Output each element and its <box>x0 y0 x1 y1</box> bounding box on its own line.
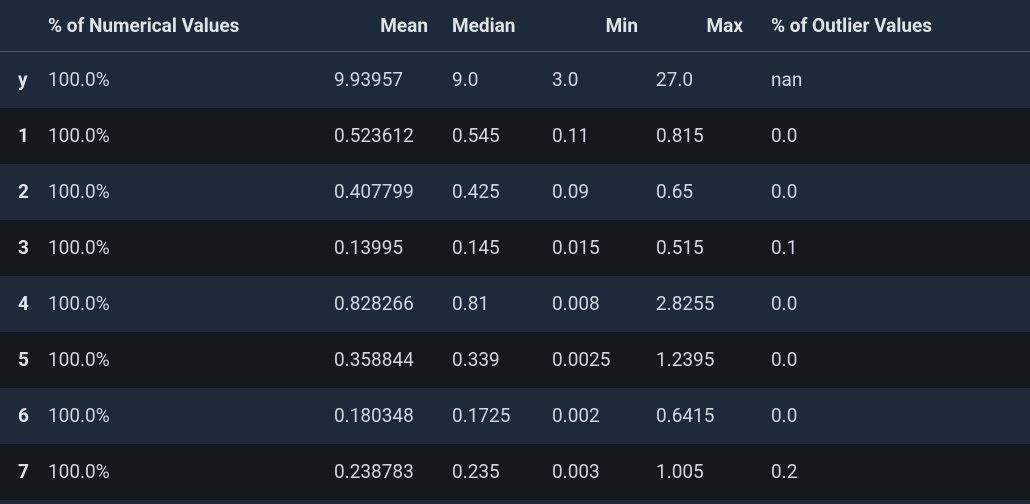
table-row: 2 100.0% 0.407799 0.425 0.09 0.65 0.0 <box>0 164 1030 220</box>
table-row: 1 100.0% 0.523612 0.545 0.11 0.815 0.0 <box>0 108 1030 164</box>
cell-mean: 0.407799 <box>334 164 444 220</box>
cell-pct-numerical: 100.0% <box>44 388 334 444</box>
cell-mean: 0.523612 <box>334 108 444 164</box>
header-mean: Mean <box>334 0 444 52</box>
cell-pct-outlier: 0.0 <box>759 332 1030 388</box>
cell-pct-numerical: 100.0% <box>44 332 334 388</box>
cell-pct-outlier: 0.0 <box>759 164 1030 220</box>
cell-median: 0.235 <box>444 444 544 500</box>
cell-pct-outlier: 0.2 <box>759 444 1030 500</box>
cell-max: 1.2395 <box>654 332 759 388</box>
cell-min: 0.11 <box>544 108 654 164</box>
stats-table: % of Numerical Values Mean Median Min Ma… <box>0 0 1030 500</box>
cell-median: 0.545 <box>444 108 544 164</box>
cell-pct-outlier: 0.0 <box>759 108 1030 164</box>
cell-max: 0.815 <box>654 108 759 164</box>
cell-min: 0.015 <box>544 220 654 276</box>
cell-index: 6 <box>0 388 44 444</box>
cell-min: 3.0 <box>544 52 654 108</box>
cell-index: 3 <box>0 220 44 276</box>
cell-min: 0.002 <box>544 388 654 444</box>
header-index <box>0 0 44 52</box>
cell-pct-numerical: 100.0% <box>44 276 334 332</box>
cell-max: 27.0 <box>654 52 759 108</box>
cell-index: 1 <box>0 108 44 164</box>
cell-median: 0.425 <box>444 164 544 220</box>
cell-index: 5 <box>0 332 44 388</box>
cell-median: 0.339 <box>444 332 544 388</box>
table-row: 5 100.0% 0.358844 0.339 0.0025 1.2395 0.… <box>0 332 1030 388</box>
cell-mean: 9.93957 <box>334 52 444 108</box>
cell-max: 0.6415 <box>654 388 759 444</box>
header-max: Max <box>654 0 759 52</box>
cell-max: 2.8255 <box>654 276 759 332</box>
cell-median: 0.81 <box>444 276 544 332</box>
header-min: Min <box>544 0 654 52</box>
cell-min: 0.09 <box>544 164 654 220</box>
cell-min: 0.0025 <box>544 332 654 388</box>
table-header-row: % of Numerical Values Mean Median Min Ma… <box>0 0 1030 52</box>
cell-mean: 0.238783 <box>334 444 444 500</box>
cell-median: 0.1725 <box>444 388 544 444</box>
cell-pct-outlier: 0.0 <box>759 276 1030 332</box>
cell-max: 1.005 <box>654 444 759 500</box>
header-pct-outlier: % of Outlier Values <box>759 0 1030 52</box>
cell-mean: 0.358844 <box>334 332 444 388</box>
header-pct-numerical: % of Numerical Values <box>44 0 334 52</box>
cell-pct-outlier: 0.0 <box>759 388 1030 444</box>
cell-pct-numerical: 100.0% <box>44 52 334 108</box>
table-body: y 100.0% 9.93957 9.0 3.0 27.0 nan 1 100.… <box>0 52 1030 500</box>
cell-pct-outlier: nan <box>759 52 1030 108</box>
cell-index: y <box>0 52 44 108</box>
cell-index: 4 <box>0 276 44 332</box>
cell-max: 0.515 <box>654 220 759 276</box>
header-median: Median <box>444 0 544 52</box>
cell-pct-numerical: 100.0% <box>44 220 334 276</box>
cell-pct-outlier: 0.1 <box>759 220 1030 276</box>
cell-pct-numerical: 100.0% <box>44 164 334 220</box>
cell-index: 7 <box>0 444 44 500</box>
cell-mean: 0.180348 <box>334 388 444 444</box>
cell-mean: 0.828266 <box>334 276 444 332</box>
table-row: 3 100.0% 0.13995 0.145 0.015 0.515 0.1 <box>0 220 1030 276</box>
cell-median: 0.145 <box>444 220 544 276</box>
cell-min: 0.008 <box>544 276 654 332</box>
table-row: 6 100.0% 0.180348 0.1725 0.002 0.6415 0.… <box>0 388 1030 444</box>
cell-max: 0.65 <box>654 164 759 220</box>
cell-pct-numerical: 100.0% <box>44 444 334 500</box>
cell-index: 2 <box>0 164 44 220</box>
cell-min: 0.003 <box>544 444 654 500</box>
cell-pct-numerical: 100.0% <box>44 108 334 164</box>
table-row: 4 100.0% 0.828266 0.81 0.008 2.8255 0.0 <box>0 276 1030 332</box>
table-row: y 100.0% 9.93957 9.0 3.0 27.0 nan <box>0 52 1030 108</box>
cell-median: 9.0 <box>444 52 544 108</box>
cell-mean: 0.13995 <box>334 220 444 276</box>
table-row: 7 100.0% 0.238783 0.235 0.003 1.005 0.2 <box>0 444 1030 500</box>
